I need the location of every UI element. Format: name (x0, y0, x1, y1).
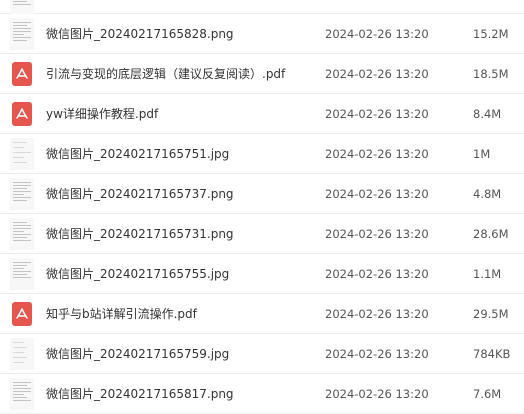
image-thumbnail-icon (10, 138, 34, 170)
file-name[interactable]: 微信图片_20240217165731.png (46, 225, 234, 243)
file-row[interactable]: 微信图片_20240217165737.png 2024-02-26 13:20… (0, 174, 524, 214)
file-row[interactable]: 微信图片_20240217165731.png 2024-02-26 13:20… (0, 214, 524, 254)
image-thumbnail-icon (10, 18, 34, 50)
file-size: 8.4M (473, 107, 502, 121)
file-row[interactable]: 微信图片_20240217165817.png 2024-02-26 13:20… (0, 374, 524, 414)
file-date: 2024-02-26 13:20 (325, 67, 429, 81)
pdf-icon (10, 58, 34, 90)
image-thumbnail-icon (10, 0, 34, 14)
file-row[interactable]: 微信图片_20240217165759.jpg 2024-02-26 13:20… (0, 334, 524, 374)
file-name[interactable]: 微信图片_20240217165759.jpg (46, 345, 229, 363)
file-size: 15.2M (473, 27, 509, 41)
file-row[interactable]: yw详细操作教程.pdf 2024-02-26 13:20 8.4M (0, 94, 524, 134)
file-size: 18.5M (473, 67, 509, 81)
file-name[interactable]: 知乎与b站详解引流操作.pdf (46, 305, 197, 323)
file-size: 7.6M (473, 387, 502, 401)
pdf-icon (10, 98, 34, 130)
file-name[interactable]: 微信图片_20240217165751.jpg (46, 145, 229, 163)
file-row[interactable]: 知乎与b站详解引流操作.pdf 2024-02-26 13:20 29.5M (0, 294, 524, 334)
file-size: 1.1M (473, 267, 502, 281)
file-size: 28.6M (473, 227, 509, 241)
image-thumbnail-icon (10, 378, 34, 410)
file-name[interactable]: 引流与变现的底层逻辑（建议反复阅读）.pdf (46, 65, 285, 83)
file-row[interactable]: 微信图片_20240217165828.png 2024-02-26 13:20… (0, 14, 524, 54)
file-row[interactable] (0, 0, 524, 14)
file-date: 2024-02-26 13:20 (325, 187, 429, 201)
image-thumbnail-icon (10, 258, 34, 290)
file-size: 784KB (473, 347, 511, 361)
file-row[interactable]: 引流与变现的底层逻辑（建议反复阅读）.pdf 2024-02-26 13:20 … (0, 54, 524, 94)
file-date: 2024-02-26 13:20 (325, 147, 429, 161)
file-date: 2024-02-26 13:20 (325, 107, 429, 121)
file-name[interactable]: 微信图片_20240217165817.png (46, 385, 234, 403)
file-date: 2024-02-26 13:20 (325, 227, 429, 241)
file-date: 2024-02-26 13:20 (325, 267, 429, 281)
file-size: 29.5M (473, 307, 509, 321)
file-row[interactable]: 微信图片_20240217165751.jpg 2024-02-26 13:20… (0, 134, 524, 174)
file-list: 微信图片_20240217165828.png 2024-02-26 13:20… (0, 0, 524, 414)
file-row[interactable]: 微信图片_20240217165755.jpg 2024-02-26 13:20… (0, 254, 524, 294)
image-thumbnail-icon (10, 218, 34, 250)
image-thumbnail-icon (10, 178, 34, 210)
file-name[interactable]: yw详细操作教程.pdf (46, 105, 158, 123)
file-date: 2024-02-26 13:20 (325, 347, 429, 361)
pdf-icon (10, 298, 34, 330)
file-date: 2024-02-26 13:20 (325, 307, 429, 321)
file-size: 1M (473, 147, 491, 161)
file-name[interactable]: 微信图片_20240217165828.png (46, 25, 234, 43)
image-thumbnail-icon (10, 338, 34, 370)
file-name[interactable]: 微信图片_20240217165737.png (46, 185, 234, 203)
file-size: 4.8M (473, 187, 502, 201)
file-date: 2024-02-26 13:20 (325, 27, 429, 41)
file-date: 2024-02-26 13:20 (325, 387, 429, 401)
file-name[interactable]: 微信图片_20240217165755.jpg (46, 265, 229, 283)
